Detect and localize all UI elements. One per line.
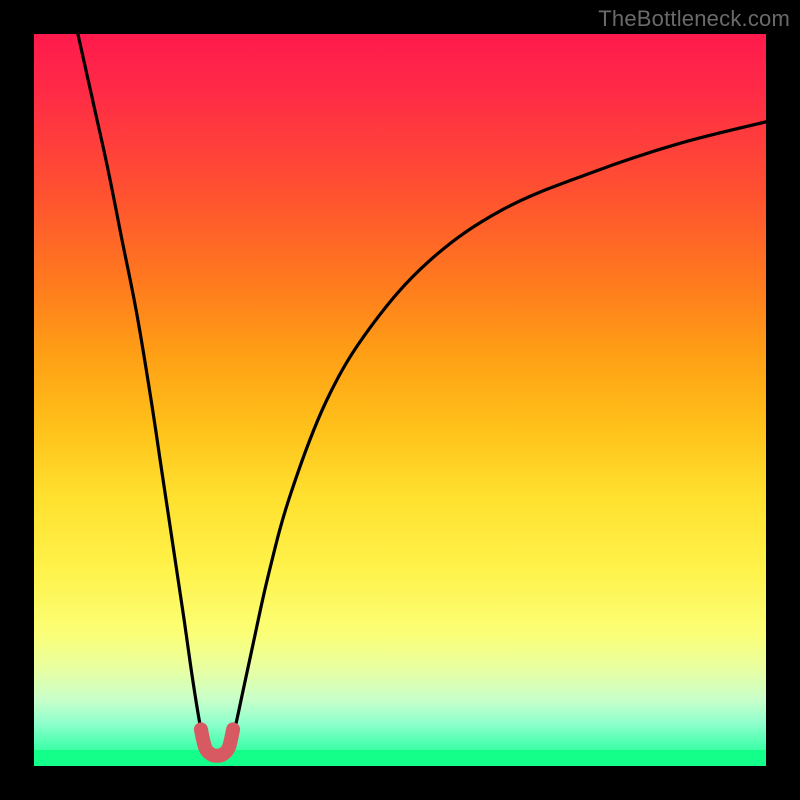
watermark-text: TheBottleneck.com — [598, 6, 790, 32]
chart-svg — [34, 34, 766, 766]
left-curve — [78, 34, 205, 748]
chart-frame: TheBottleneck.com — [0, 0, 800, 800]
trough-marker — [201, 729, 233, 755]
right-curve — [229, 122, 766, 748]
plot-area — [34, 34, 766, 766]
